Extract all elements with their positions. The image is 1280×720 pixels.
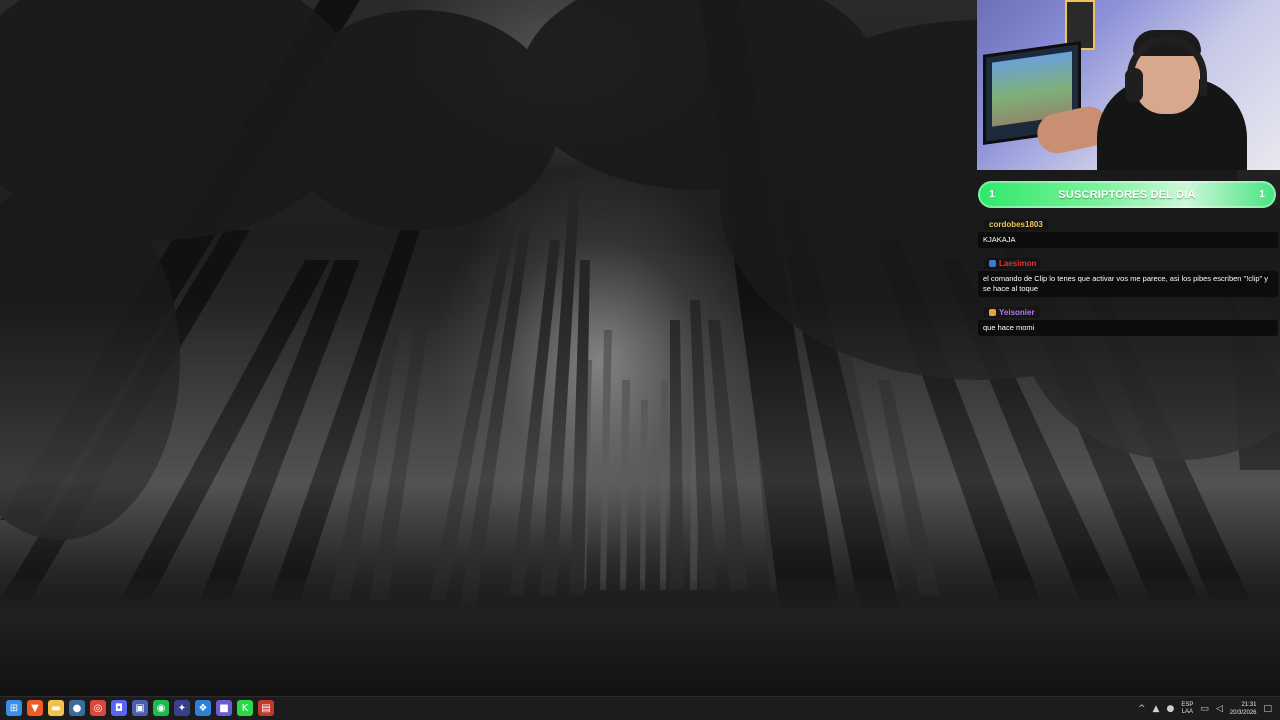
forest-floor bbox=[0, 580, 1280, 696]
chat-username: Yeisonier bbox=[999, 308, 1035, 317]
spotify-icon[interactable]: ◉ bbox=[153, 700, 169, 716]
game-launcher-icon[interactable]: ✦ bbox=[174, 700, 190, 716]
notifications-icon[interactable]: □ bbox=[1263, 704, 1272, 714]
webcam-feed bbox=[977, 0, 1280, 170]
discord-icon[interactable]: ◘ bbox=[111, 700, 127, 716]
show-hidden-icons-icon[interactable]: ^ bbox=[1138, 704, 1146, 714]
chrome-icon[interactable]: ◎ bbox=[90, 700, 106, 716]
chat-text: KJAKAJA bbox=[978, 232, 1278, 248]
windows-taskbar: ⊞ ▼ ▬ ● ◎ ◘ ▣ ◉ ✦ ❖ ■ K ▤ ^ ▲ ● ESP LAA ▭ ◁ 21:31 20… bbox=[0, 696, 1280, 720]
webcam-headphone-cup bbox=[1125, 68, 1143, 102]
clock-time: 21:31 bbox=[1241, 702, 1257, 708]
chat-text: el comando de Clip lo tenes que activar … bbox=[978, 271, 1278, 297]
streaming-app-icon[interactable]: ▤ bbox=[258, 700, 274, 716]
windows-start-icon[interactable]: ⊞ bbox=[6, 700, 22, 716]
clock[interactable]: 21:31 20/3/2026 bbox=[1230, 701, 1257, 717]
language-indicator[interactable]: ESP LAA bbox=[1181, 702, 1193, 716]
obs-icon[interactable]: ■ bbox=[216, 700, 232, 716]
keyboard-layout: LAA bbox=[1181, 709, 1193, 715]
chat-username: Laesimon bbox=[999, 259, 1037, 268]
subscribers-banner: 1 SUSCRIPTORES DEL DIA 1 bbox=[978, 181, 1276, 208]
chat-username-wrap: Yeisonier bbox=[984, 307, 1040, 318]
chat-message: Laesimon el comando de Clip lo tenes que… bbox=[978, 253, 1278, 297]
system-tray: ^ ▲ ● ESP LAA ▭ ◁ 21:31 20/3/2026 □ bbox=[1138, 699, 1272, 719]
chat-badge-icon bbox=[989, 309, 996, 316]
chat-text: que hace momi bbox=[978, 320, 1278, 336]
chat-username: cordobes1803 bbox=[984, 219, 1048, 230]
taskbar-apps: ⊞ ▼ ▬ ● ◎ ◘ ▣ ◉ ✦ ❖ ■ K ▤ bbox=[6, 700, 274, 716]
network-icon[interactable]: ▭ bbox=[1200, 704, 1209, 714]
app-window-icon[interactable]: ▣ bbox=[132, 700, 148, 716]
controller-icon[interactable]: ❖ bbox=[195, 700, 211, 716]
kick-icon[interactable]: K bbox=[237, 700, 253, 716]
chat-message: cordobes1803 KJAKAJA bbox=[978, 214, 1278, 248]
chat-message: Yeisonier que hace momi bbox=[978, 302, 1278, 336]
chat-badge-icon bbox=[989, 260, 996, 267]
subscribers-right-count: 1 bbox=[1259, 189, 1265, 200]
subscribers-left-count: 1 bbox=[989, 189, 995, 200]
file-explorer-icon[interactable]: ▬ bbox=[48, 700, 64, 716]
tray-app-icon[interactable]: ▲ bbox=[1153, 704, 1160, 714]
volume-icon[interactable]: ◁ bbox=[1216, 704, 1223, 714]
language-code: ESP bbox=[1181, 702, 1194, 708]
chat-username-wrap: Laesimon bbox=[984, 258, 1042, 269]
stream-chat: cordobes1803 KJAKAJA Laesimon el comando… bbox=[978, 214, 1278, 341]
microphone-icon[interactable]: ● bbox=[1166, 704, 1174, 714]
subscribers-title: SUSCRIPTORES DEL DIA bbox=[1058, 188, 1196, 201]
clock-date: 20/3/2026 bbox=[1229, 710, 1257, 716]
brave-browser-icon[interactable]: ▼ bbox=[27, 700, 43, 716]
steam-icon[interactable]: ● bbox=[69, 700, 85, 716]
